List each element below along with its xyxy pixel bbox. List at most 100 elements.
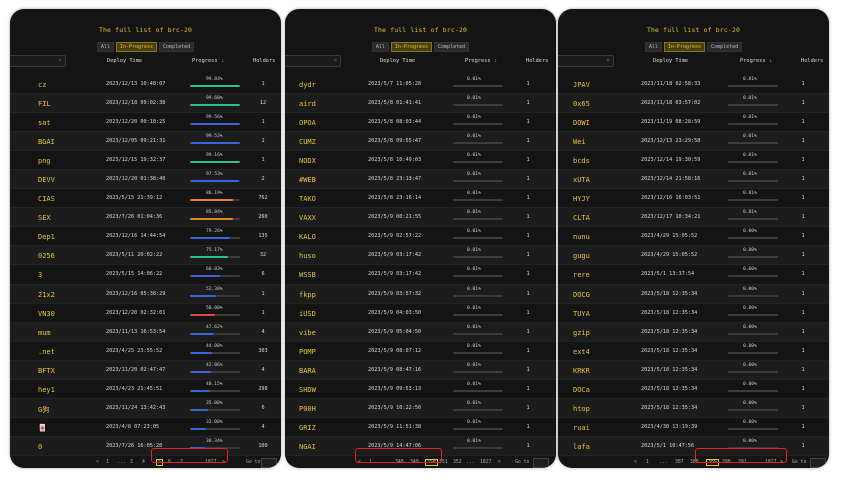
table-row[interactable]: CIAS 2023/5/15 21:39:12 86.19% 762	[10, 189, 281, 209]
table-row[interactable]: G狗 2023/11/24 13:42:43 35.00% 6	[10, 398, 281, 418]
table-row[interactable]: GRIZ 2023/5/9 11:51:38 0.01% 1	[285, 418, 556, 437]
table-row[interactable]: TUYA 2023/5/18 12:35:34 0.00% 1	[558, 304, 829, 323]
table-row[interactable]: 3 2023/5/15 14:06:22 60.03% 6	[10, 265, 281, 285]
table-row[interactable]: bcds 2023/12/14 19:30:59 0.01% 1	[558, 151, 829, 171]
column-header-holders[interactable]: Holders	[253, 58, 275, 64]
sort-down-icon[interactable]: ↓	[221, 58, 224, 64]
tab-completed[interactable]: Completed	[434, 42, 470, 52]
goto-page-input[interactable]	[533, 458, 549, 468]
page-link[interactable]: 387	[675, 460, 684, 465]
sort-down-icon[interactable]: ↓	[494, 58, 497, 64]
column-header-deploy-time[interactable]: Deploy Time	[107, 58, 142, 64]
table-row[interactable]: 0 2023/7/26 16:05:28 30.34% 100	[10, 436, 281, 456]
table-row[interactable]: SEX 2023/7/26 01:04:36 85.84% 260	[10, 208, 281, 228]
table-row[interactable]: KALO 2023/5/9 02:57:22 0.01% 1	[285, 227, 556, 247]
table-row[interactable]: png 2023/12/15 19:32:37 99.16% 1	[10, 151, 281, 171]
table-row[interactable]: iUSD 2023/5/9 04:03:50 0.01% 1	[285, 304, 556, 323]
table-row[interactable]: BARA 2023/5/9 08:47:16 0.01% 1	[285, 360, 556, 380]
table-row[interactable]: BGAI 2023/12/05 09:21:31 99.53% 1	[10, 132, 281, 152]
holders-count: 1	[526, 119, 530, 126]
progress-bar-fill	[190, 256, 228, 259]
table-row[interactable]: fkpp 2023/5/9 03:57:32 0.01% 1	[285, 284, 556, 304]
column-header-progress[interactable]: Progress	[465, 58, 491, 64]
progress-percent: 0.00%	[743, 343, 757, 349]
table-row[interactable]: TAKO 2023/5/8 23:16:14 0.01% 1	[285, 189, 556, 209]
search-input[interactable]: ⌕	[285, 55, 341, 67]
goto-page-input[interactable]	[261, 458, 277, 468]
table-row[interactable]: 21x2 2023/12/16 05:38:29 52.38% 1	[10, 284, 281, 304]
table-row[interactable]: BFTX 2023/11/20 02:47:47 42.86% 4	[10, 360, 281, 380]
table-row[interactable]: 🀄 2023/4/8 07:23:05 32.00% 4	[10, 418, 281, 437]
table-row[interactable]: gzip 2023/5/18 12:35:34 0.00% 1	[558, 322, 829, 342]
table-row[interactable]: KRKR 2023/5/18 12:35:34 0.00% 1	[558, 360, 829, 380]
table-row[interactable]: nunu 2023/4/29 15:05:52 0.00% 1	[558, 227, 829, 247]
page-link[interactable]: 1827	[480, 460, 492, 465]
table-row[interactable]: P00H 2023/5/9 10:22:50 0.01% 1	[285, 398, 556, 418]
sort-down-icon[interactable]: ↓	[769, 58, 772, 64]
table-row[interactable]: huso 2023/5/9 03:17:42 0.01% 1	[285, 246, 556, 266]
table-row[interactable]: vibe 2023/5/9 05:04:50 0.01% 1	[285, 322, 556, 342]
page-link[interactable]: 1	[646, 460, 649, 465]
tab-all[interactable]: All	[371, 42, 389, 52]
table-row[interactable]: DOCa 2023/5/18 12:35:34 0.00% 1	[558, 380, 829, 399]
column-header-progress[interactable]: Progress	[740, 58, 766, 64]
table-row[interactable]: CUMZ 2023/5/8 09:55:47 0.01% 1	[285, 132, 556, 152]
goto-page-input[interactable]	[810, 458, 826, 468]
table-row[interactable]: sat 2023/12/20 00:10:25 99.56% 1	[10, 113, 281, 133]
tab-in-progress[interactable]: In-Progress	[115, 42, 158, 52]
tab-completed[interactable]: Completed	[159, 42, 195, 52]
table-row[interactable]: VN30 2023/12/20 02:32:01 50.00% 1	[10, 304, 281, 323]
column-header-holders[interactable]: Holders	[801, 58, 823, 64]
table-row[interactable]: POMP 2023/5/9 08:07:12 0.01% 1	[285, 342, 556, 361]
table-row[interactable]: OPOA 2023/5/8 08:03:44 0.01% 1	[285, 113, 556, 133]
page-link[interactable]: 4	[142, 460, 145, 465]
page-link[interactable]: 352	[453, 460, 462, 465]
column-header-deploy-time[interactable]: Deploy Time	[380, 58, 415, 64]
table-row[interactable]: Dep1 2023/12/16 14:44:54 79.26% 135	[10, 227, 281, 247]
tab-all[interactable]: All	[96, 42, 114, 52]
column-header-progress[interactable]: Progress	[192, 58, 218, 64]
tab-in-progress[interactable]: In-Progress	[663, 42, 706, 52]
tab-in-progress[interactable]: In-Progress	[390, 42, 433, 52]
prev-page-icon[interactable]: <	[96, 460, 99, 465]
tab-completed[interactable]: Completed	[707, 42, 743, 52]
table-row[interactable]: gugu 2023/4/29 15:05:52 0.00% 1	[558, 246, 829, 266]
table-row[interactable]: DOWI 2023/11/19 08:28:59 0.01% 1	[558, 113, 829, 133]
column-header-holders[interactable]: Holders	[526, 58, 548, 64]
table-row[interactable]: CLTA 2023/12/17 10:34:21 0.01% 1	[558, 208, 829, 228]
search-input[interactable]: ⌕	[10, 55, 66, 67]
table-row[interactable]: 0x65 2023/11/18 03:57:02 0.01% 1	[558, 94, 829, 114]
table-row[interactable]: ext4 2023/5/18 12:35:34 0.00% 1	[558, 342, 829, 361]
table-row[interactable]: xUTA 2023/12/14 21:58:16 0.01% 1	[558, 170, 829, 190]
table-row[interactable]: JPAV 2023/11/18 02:58:33 0.01% 1	[558, 75, 829, 95]
table-row[interactable]: lafa 2023/5/1 10:47:56 0.00% 1	[558, 436, 829, 456]
table-row[interactable]: SHDW 2023/5/9 09:53:13 0.01% 1	[285, 380, 556, 399]
table-row[interactable]: WSSB 2023/5/9 03:17:42 0.01% 1	[285, 265, 556, 285]
tab-all[interactable]: All	[644, 42, 662, 52]
table-row[interactable]: htop 2023/5/18 12:35:34 0.00% 1	[558, 398, 829, 418]
table-row[interactable]: mum 2023/11/13 16:53:54 47.62% 4	[10, 322, 281, 342]
table-row[interactable]: .net 2023/4/25 23:55:52 44.00% 303	[10, 342, 281, 361]
table-row[interactable]: HYJY 2023/12/16 16:03:51 0.01% 1	[558, 189, 829, 209]
page-link[interactable]: 1	[106, 460, 109, 465]
prev-page-icon[interactable]: <	[634, 460, 637, 465]
table-row[interactable]: DEVV 2023/12/20 01:38:40 97.53% 2	[10, 170, 281, 190]
table-row[interactable]: cz 2023/12/13 10:48:07 99.84% 1	[10, 75, 281, 95]
next-page-icon[interactable]: >	[498, 460, 501, 465]
deploy-time: 2023/5/9 05:04:50	[368, 328, 422, 335]
table-row[interactable]: #WEB 2023/5/8 23:13:47 0.01% 1	[285, 170, 556, 190]
table-row[interactable]: 0256 2023/5/11 20:02:22 75.17% 32	[10, 246, 281, 266]
table-row[interactable]: aird 2023/5/8 01:41:41 0.01% 1	[285, 94, 556, 114]
table-row[interactable]: rere 2023/5/1 13:37:54 0.00% 1	[558, 265, 829, 285]
search-input[interactable]: ⌕	[558, 55, 614, 67]
table-row[interactable]: VAXX 2023/5/9 00:21:55 0.01% 1	[285, 208, 556, 228]
table-row[interactable]: DOCG 2023/5/18 12:35:34 0.00% 1	[558, 284, 829, 304]
table-row[interactable]: ruai 2023/4/30 13:19:39 0.00% 1	[558, 418, 829, 437]
table-row[interactable]: FIL 2023/12/18 09:02:38 99.60% 12	[10, 94, 281, 114]
table-row[interactable]: hey1 2023/4/23 21:45:51 40.15% 298	[10, 380, 281, 399]
column-header-deploy-time[interactable]: Deploy Time	[653, 58, 688, 64]
table-row[interactable]: dydr 2023/5/7 11:05:28 0.01% 1	[285, 75, 556, 95]
table-row[interactable]: NODX 2023/5/8 10:49:03 0.01% 1	[285, 151, 556, 171]
table-row[interactable]: Wei 2023/12/13 23:29:58 0.01% 1	[558, 132, 829, 152]
page-link[interactable]: 3	[130, 460, 133, 465]
